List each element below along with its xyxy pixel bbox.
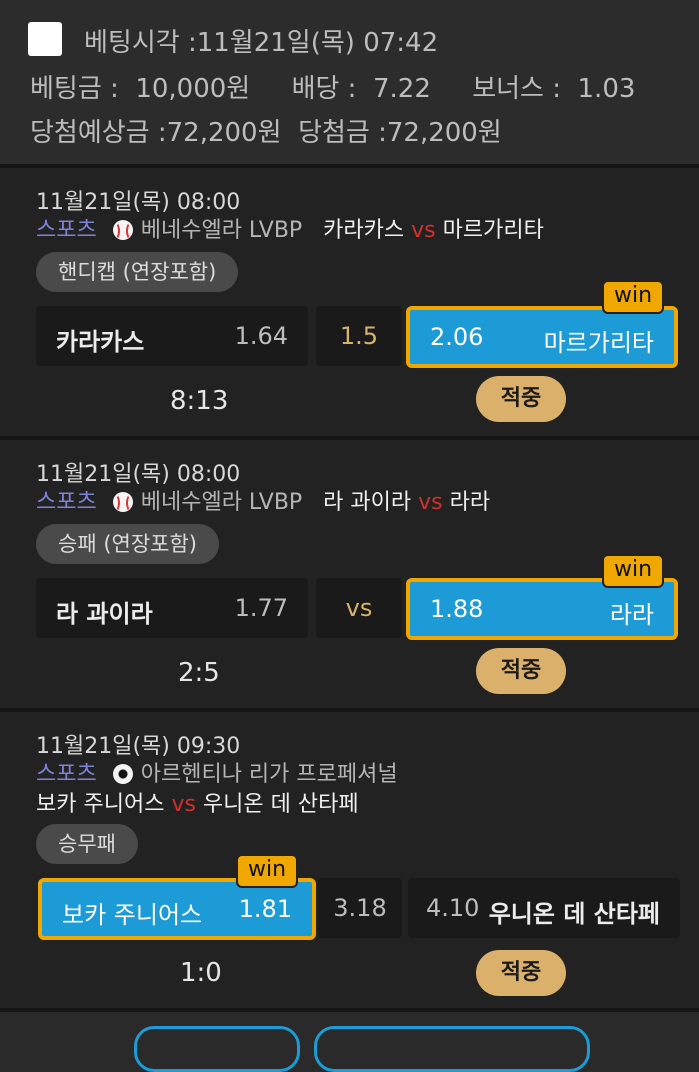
baseball-icon xyxy=(112,220,133,240)
vs-label: vs xyxy=(171,792,196,817)
won-value: 72,200원 xyxy=(386,118,502,148)
sport-label: 스포츠 xyxy=(36,490,97,515)
away-name: 우니온 데 산타페 xyxy=(488,900,660,928)
league-name: 아르헨티나 리가 프로페셔널 xyxy=(140,762,398,787)
away-odds: 2.06 xyxy=(430,323,484,351)
market-pill: 승무패 xyxy=(36,824,138,864)
bet-amount-label: 베팅금 : xyxy=(30,74,119,104)
bottom-action-button[interactable] xyxy=(134,1026,300,1072)
payout-line: 당첨예상금 :72,200원 당첨금 :72,200원 xyxy=(30,112,502,149)
bottom-action-button[interactable] xyxy=(314,1026,590,1072)
home-name: 보카 주니어스 xyxy=(62,901,203,929)
win-badge: win xyxy=(236,854,299,888)
away-odds: 4.10 xyxy=(426,894,480,922)
match-teams: 보카 주니어스 vs 우니온 데 산타페 xyxy=(36,786,359,818)
draw-odds: 3.18 xyxy=(333,894,387,922)
away-odds-box[interactable]: 4.10 우니온 데 산타페 xyxy=(408,878,680,938)
baseball-icon xyxy=(112,492,133,512)
handicap-box[interactable]: 1.5 xyxy=(316,306,402,366)
home-team: 보카 주니어스 xyxy=(36,792,165,817)
won-label: 당첨금 : xyxy=(298,118,387,148)
away-name: 라라 xyxy=(609,601,654,629)
away-name: 마르가리타 xyxy=(543,329,654,357)
match-info: 스포츠 베네수엘라 LVBP 카라카스 vs 마르가리타 xyxy=(36,212,544,244)
match-score: 1:0 xyxy=(180,958,222,988)
bet-time-label: 베팅시각 : xyxy=(84,28,197,58)
bet-summary-header: 베팅시각 :11월21일(목) 07:42 베팅금 : 10,000원 배당 :… xyxy=(0,0,699,164)
bet-amount-line: 베팅금 : 10,000원 배당 : 7.22 보너스 : 1.03 xyxy=(30,68,635,105)
match-card: 11월21일(목) 09:30 스포츠 아르헨티나 리가 프로페셔널 보카 주니어… xyxy=(0,712,699,1008)
home-name: 카라카스 xyxy=(56,328,145,356)
away-odds-box-selected[interactable]: 2.06 마르가리타 xyxy=(406,306,678,368)
odds-value: 7.22 xyxy=(372,74,431,104)
soccer-ball-icon xyxy=(112,764,133,784)
away-odds: 1.88 xyxy=(430,595,484,623)
match-score: 2:5 xyxy=(178,658,220,688)
expected-label: 당첨예상금 : xyxy=(30,118,167,148)
home-odds: 1.77 xyxy=(234,594,288,622)
odds-label: 배당 : xyxy=(291,74,357,104)
home-odds-box[interactable]: 카라카스 1.64 xyxy=(36,306,308,366)
home-odds: 1.64 xyxy=(234,322,288,350)
away-team: 마르가리타 xyxy=(442,218,544,243)
win-badge: win xyxy=(602,554,665,588)
divider xyxy=(0,1008,699,1012)
expected-value: 72,200원 xyxy=(166,118,282,148)
sport-label: 스포츠 xyxy=(36,762,97,787)
vs-label: vs xyxy=(418,490,443,515)
result-hit-badge: 적중 xyxy=(476,376,566,422)
league-name: 베네수엘라 LVBP xyxy=(140,490,303,515)
bet-time-value: 11월21일(목) 07:42 xyxy=(196,28,439,58)
match-score: 8:13 xyxy=(170,386,229,416)
home-name: 라 과이라 xyxy=(56,600,153,628)
bonus-label: 보너스 : xyxy=(472,74,561,104)
home-odds: 1.81 xyxy=(238,895,292,923)
bonus-value: 1.03 xyxy=(577,74,636,104)
vs-box: vs xyxy=(316,578,402,638)
league-name: 베네수엘라 LVBP xyxy=(140,218,303,243)
match-info: 스포츠 베네수엘라 LVBP 라 과이라 vs 라라 xyxy=(36,484,490,516)
result-hit-badge: 적중 xyxy=(476,648,566,694)
select-checkbox[interactable] xyxy=(28,22,62,56)
match-card: 11월21일(목) 08:00 스포츠 베네수엘라 LVBP 카라카스 vs 마르… xyxy=(0,168,699,436)
sport-label: 스포츠 xyxy=(36,218,97,243)
result-hit-badge: 적중 xyxy=(476,950,566,996)
away-team: 우니온 데 산타페 xyxy=(202,792,359,817)
handicap-value: 1.5 xyxy=(339,322,379,350)
match-card: 11월21일(목) 08:00 스포츠 베네수엘라 LVBP 라 과이라 vs 라… xyxy=(0,440,699,708)
home-team: 카라카스 xyxy=(323,218,405,243)
home-odds-box[interactable]: 라 과이라 1.77 xyxy=(36,578,308,638)
market-pill: 승패 (연장포함) xyxy=(36,524,219,564)
draw-odds-box[interactable]: 3.18 xyxy=(318,878,402,938)
bet-time-line: 베팅시각 :11월21일(목) 07:42 xyxy=(84,22,438,59)
away-team: 라라 xyxy=(449,490,491,515)
market-pill: 핸디캡 (연장포함) xyxy=(36,252,239,292)
vs-text: vs xyxy=(345,594,373,622)
bet-amount-value: 10,000원 xyxy=(135,74,251,104)
home-team: 라 과이라 xyxy=(323,490,412,515)
match-info: 스포츠 아르헨티나 리가 프로페셔널 xyxy=(36,756,398,788)
win-badge: win xyxy=(602,280,665,314)
vs-label: vs xyxy=(411,218,436,243)
